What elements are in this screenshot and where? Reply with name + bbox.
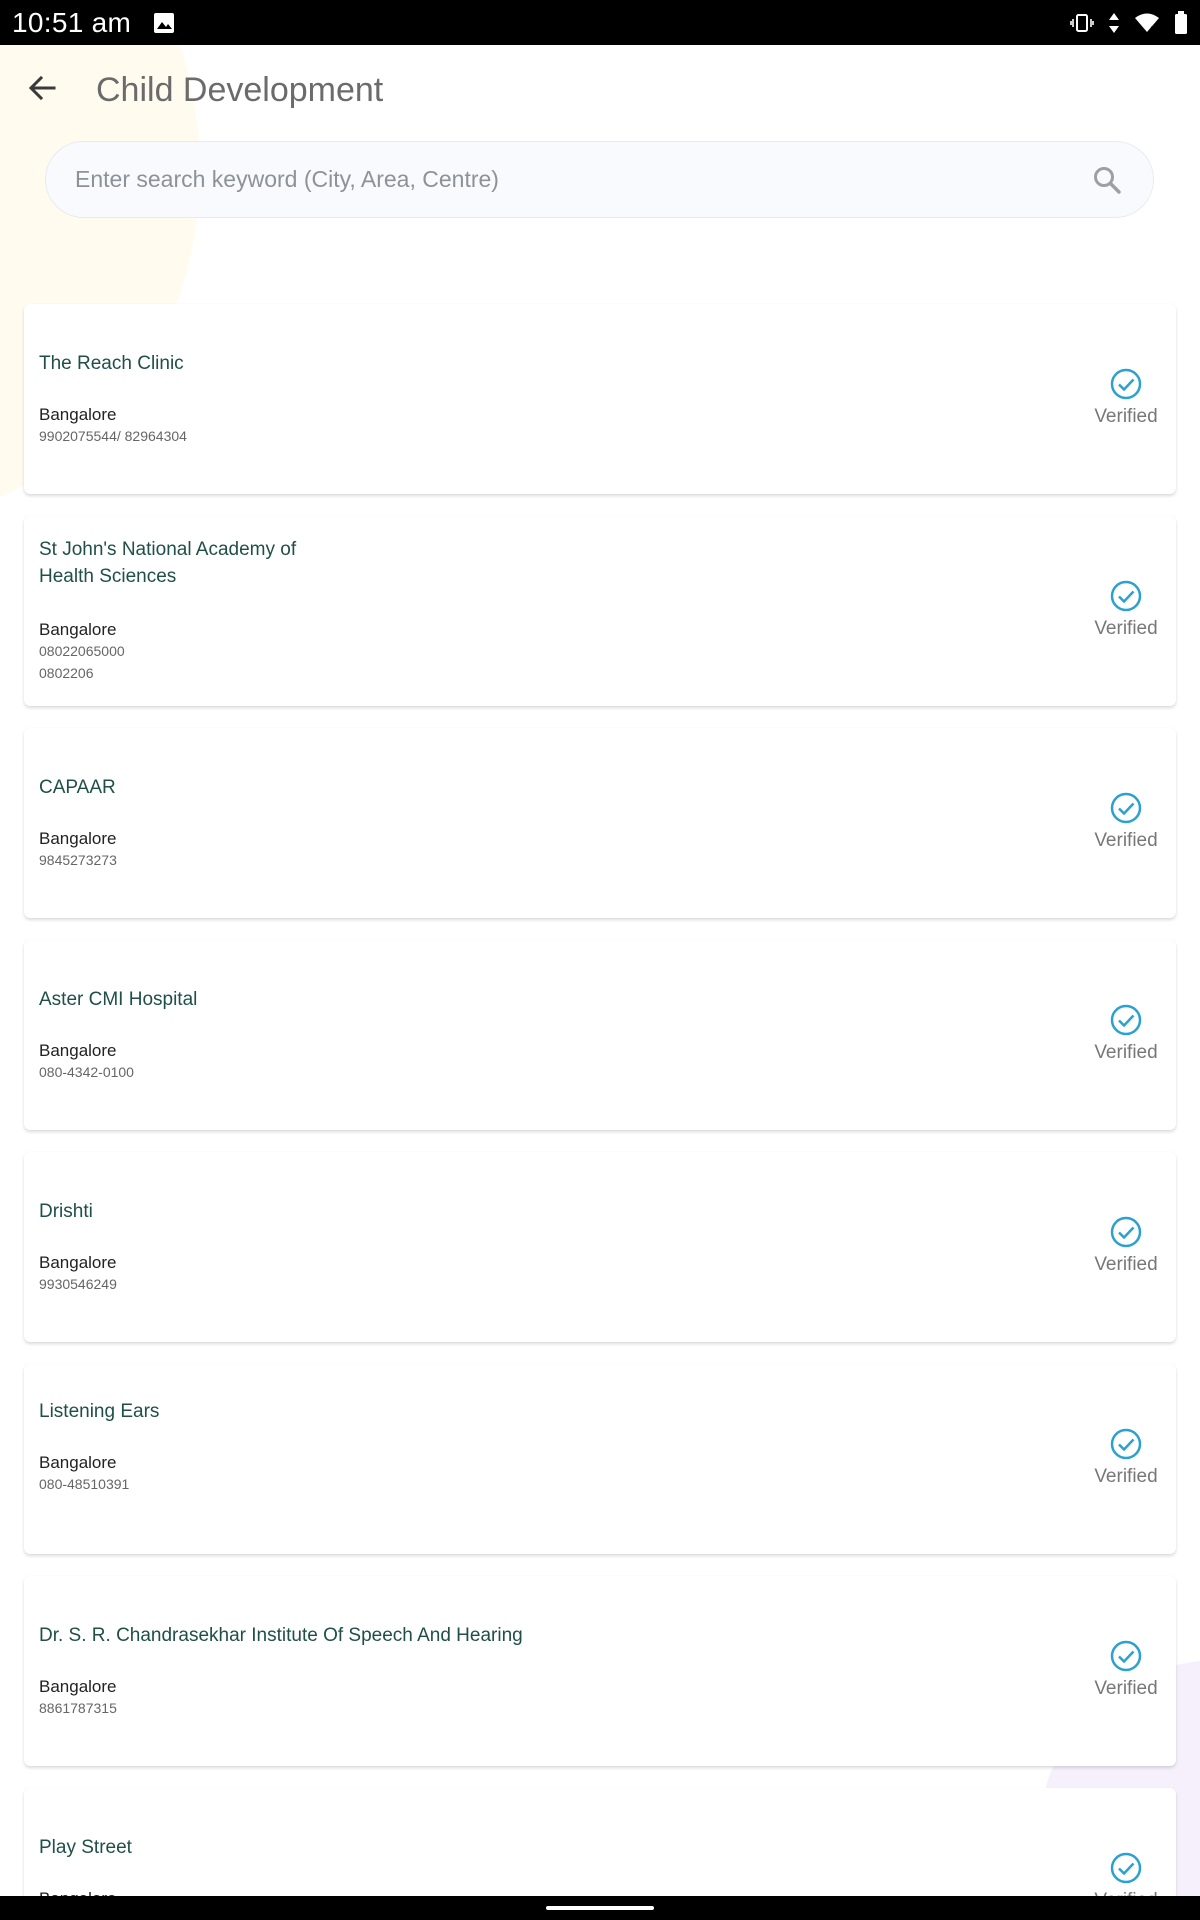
centre-phone: 9845273273 — [39, 852, 117, 868]
status-time: 10:51 am — [12, 6, 132, 38]
image-icon — [153, 12, 175, 34]
centre-name: Listening Ears — [39, 1401, 160, 1422]
check-circle-icon — [1110, 368, 1142, 400]
centre-name: Aster CMI Hospital — [39, 989, 198, 1010]
vibrate-icon — [1070, 13, 1094, 33]
centre-name: St John's National Academy of Health Sci… — [39, 539, 297, 587]
back-button[interactable] — [12, 60, 72, 120]
list-item[interactable]: Listening Ears Bangalore 080-48510391 Ve… — [24, 1364, 1176, 1554]
verified-label: Verified — [1094, 1254, 1158, 1275]
list-item[interactable]: Dr. S. R. Chandrasekhar Institute Of Spe… — [24, 1576, 1176, 1766]
check-circle-icon — [1110, 580, 1142, 612]
verified-badge: Verified — [1094, 368, 1158, 428]
verified-badge: Verified — [1094, 792, 1158, 852]
verified-label: Verified — [1094, 618, 1158, 639]
data-arrows-icon — [1108, 12, 1120, 34]
check-circle-icon — [1110, 1216, 1142, 1248]
centre-name: Drishti — [39, 1201, 93, 1222]
centre-city: Bangalore — [39, 1253, 117, 1272]
centre-name: Dr. S. R. Chandrasekhar Institute Of Spe… — [39, 1625, 523, 1646]
centre-city: Bangalore — [39, 1453, 117, 1472]
list-item[interactable]: The Reach Clinic Bangalore 9902075544/ 8… — [24, 304, 1176, 494]
status-bar: 10:51 am 4 — [0, 0, 1200, 45]
centre-city: Bangalore — [39, 1677, 117, 1696]
search-icon[interactable] — [1089, 162, 1125, 198]
arrow-left-icon — [27, 73, 57, 108]
centre-phone: 9930546249 — [39, 1276, 117, 1292]
battery-icon — [1174, 10, 1188, 35]
verified-label: Verified — [1094, 830, 1158, 851]
verified-badge: Verified — [1094, 1004, 1158, 1064]
check-circle-icon — [1110, 792, 1142, 824]
check-circle-icon — [1110, 1852, 1142, 1884]
centre-phone: 9902075544/ 82964304 — [39, 428, 187, 444]
centre-list: The Reach Clinic Bangalore 9902075544/ 8… — [24, 304, 1176, 1920]
verified-label: Verified — [1094, 1042, 1158, 1063]
centre-city: Bangalore — [39, 829, 117, 848]
svg-text:4: 4 — [1149, 25, 1154, 34]
verified-label: Verified — [1094, 1678, 1158, 1699]
centre-city: Bangalore — [39, 1041, 117, 1060]
status-icons: 4 — [1070, 10, 1188, 35]
verified-label: Verified — [1094, 1466, 1158, 1487]
home-gesture-handle[interactable] — [546, 1906, 654, 1910]
verified-label: Verified — [1094, 406, 1158, 427]
centre-phone: 8861787315 — [39, 1700, 117, 1716]
check-circle-icon — [1110, 1640, 1142, 1672]
list-item[interactable]: Drishti Bangalore 9930546249 Verified — [24, 1152, 1176, 1342]
list-item[interactable]: Aster CMI Hospital Bangalore 080-4342-01… — [24, 940, 1176, 1130]
screen: 10:51 am 4 Child Development Enter searc… — [0, 0, 1200, 1920]
centre-phone: 08022065000 — [39, 643, 125, 659]
centre-phone: 080-48510391 — [39, 1476, 130, 1492]
wifi-icon: 4 — [1134, 12, 1160, 34]
centre-name: Play Street — [39, 1837, 132, 1858]
verified-badge: Verified — [1094, 580, 1158, 640]
centre-name: CAPAAR — [39, 777, 116, 798]
centre-name: The Reach Clinic — [39, 353, 184, 374]
search-bar — [45, 141, 1154, 218]
app-bar: Child Development — [0, 45, 1200, 135]
search-input[interactable] — [75, 166, 1089, 193]
centre-phone-secondary: 0802206 — [39, 665, 94, 681]
page-title: Child Development — [96, 70, 384, 109]
verified-badge: Verified — [1094, 1428, 1158, 1488]
list-item[interactable]: CAPAAR Bangalore 9845273273 Verified — [24, 728, 1176, 918]
verified-badge: Verified — [1094, 1216, 1158, 1276]
verified-badge: Verified — [1094, 1640, 1158, 1700]
check-circle-icon — [1110, 1004, 1142, 1036]
system-nav-bar — [0, 1896, 1200, 1920]
centre-city: Bangalore — [39, 405, 117, 424]
centre-phone: 080-4342-0100 — [39, 1064, 134, 1080]
centre-city: Bangalore — [39, 620, 117, 639]
check-circle-icon — [1110, 1428, 1142, 1460]
list-item[interactable]: St John's National Academy of Health Sci… — [24, 516, 1176, 706]
